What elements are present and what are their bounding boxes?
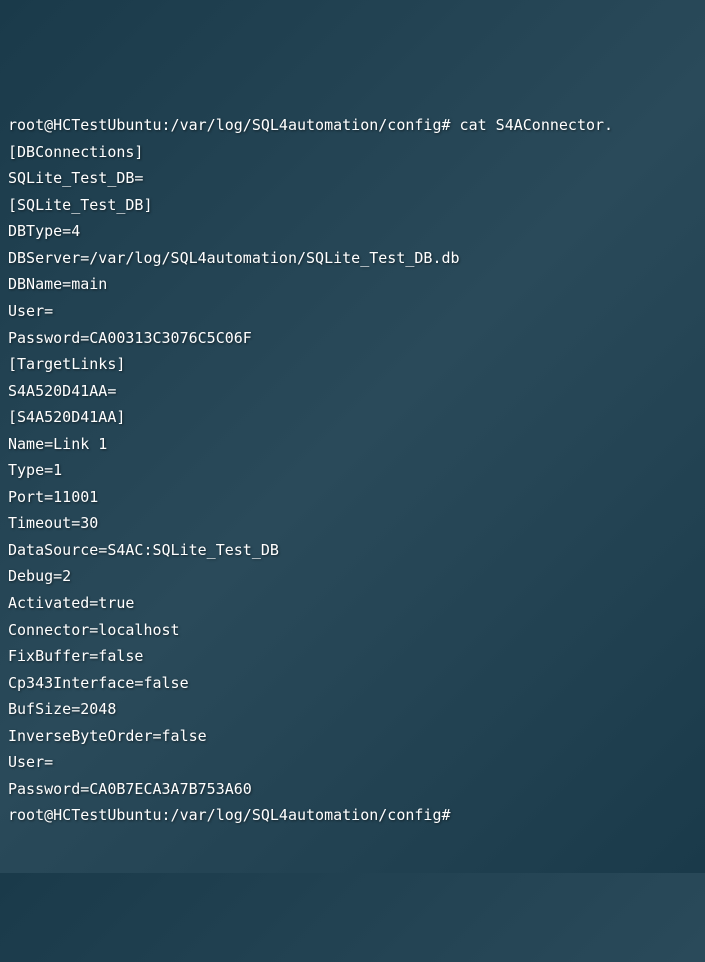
config-key-value: Name=Link 1 — [8, 431, 697, 458]
config-key-value: S4A520D41AA= — [8, 378, 697, 405]
config-section-header: [S4A520D41AA] — [8, 404, 697, 431]
config-section-header: [TargetLinks] — [8, 351, 697, 378]
config-key-value: InverseByteOrder=false — [8, 723, 697, 750]
config-key-value: Connector=localhost — [8, 617, 697, 644]
config-key-value: User= — [8, 749, 697, 776]
config-key-value: BufSize=2048 — [8, 696, 697, 723]
config-key-value: Timeout=30 — [8, 510, 697, 537]
config-key-value: DBServer=/var/log/SQL4automation/SQLite_… — [8, 245, 697, 272]
config-key-value: Port=11001 — [8, 484, 697, 511]
terminal-prompt-command: root@HCTestUbuntu:/var/log/SQL4automatio… — [8, 112, 697, 139]
config-key-value: Password=CA0B7ECA3A7B753A60 — [8, 776, 697, 803]
config-key-value: Type=1 — [8, 457, 697, 484]
config-key-value: DBType=4 — [8, 218, 697, 245]
config-key-value: DataSource=S4AC:SQLite_Test_DB — [8, 537, 697, 564]
config-key-value: Password=CA00313C3076C5C06F — [8, 325, 697, 352]
config-key-value: Cp343Interface=false — [8, 670, 697, 697]
config-key-value: Debug=2 — [8, 563, 697, 590]
config-section-header: [SQLite_Test_DB] — [8, 192, 697, 219]
config-section-header: [DBConnections] — [8, 139, 697, 166]
config-key-value: Activated=true — [8, 590, 697, 617]
config-key-value: FixBuffer=false — [8, 643, 697, 670]
terminal-prompt[interactable]: root@HCTestUbuntu:/var/log/SQL4automatio… — [8, 802, 697, 829]
config-key-value: User= — [8, 298, 697, 325]
config-key-value: DBName=main — [8, 271, 697, 298]
config-key-value: SQLite_Test_DB= — [8, 165, 697, 192]
